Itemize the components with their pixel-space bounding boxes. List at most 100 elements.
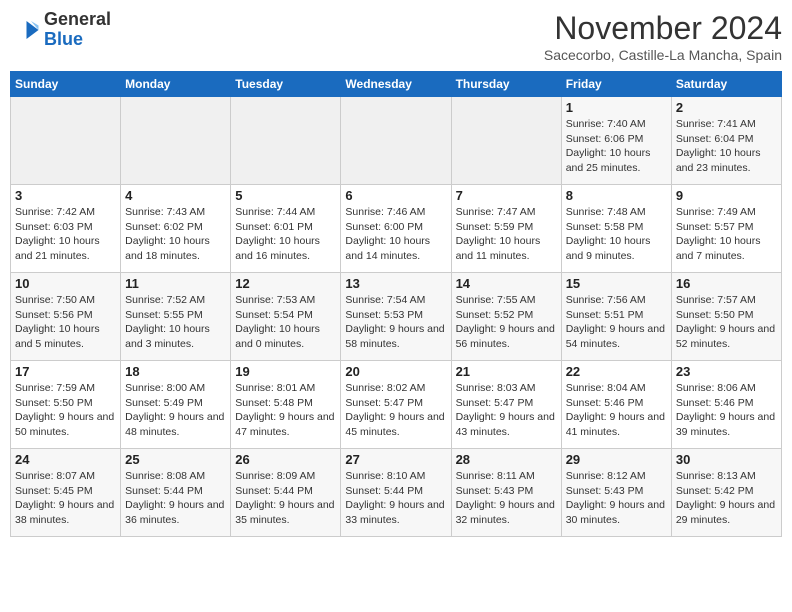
day-number: 15 <box>566 276 667 291</box>
day-info: Sunrise: 8:07 AM Sunset: 5:45 PM Dayligh… <box>15 469 116 528</box>
weekday-header-sunday: Sunday <box>11 72 121 97</box>
day-info: Sunrise: 8:10 AM Sunset: 5:44 PM Dayligh… <box>345 469 446 528</box>
calendar-week-3: 10Sunrise: 7:50 AM Sunset: 5:56 PM Dayli… <box>11 273 782 361</box>
calendar-cell: 20Sunrise: 8:02 AM Sunset: 5:47 PM Dayli… <box>341 361 451 449</box>
logo-text: General Blue <box>44 10 111 50</box>
day-info: Sunrise: 8:06 AM Sunset: 5:46 PM Dayligh… <box>676 381 777 440</box>
day-info: Sunrise: 8:04 AM Sunset: 5:46 PM Dayligh… <box>566 381 667 440</box>
logo: General Blue <box>10 10 111 50</box>
weekday-header-tuesday: Tuesday <box>231 72 341 97</box>
day-info: Sunrise: 7:40 AM Sunset: 6:06 PM Dayligh… <box>566 117 667 176</box>
day-number: 19 <box>235 364 336 379</box>
calendar-cell: 2Sunrise: 7:41 AM Sunset: 6:04 PM Daylig… <box>671 97 781 185</box>
day-info: Sunrise: 7:41 AM Sunset: 6:04 PM Dayligh… <box>676 117 777 176</box>
day-number: 27 <box>345 452 446 467</box>
calendar-cell: 10Sunrise: 7:50 AM Sunset: 5:56 PM Dayli… <box>11 273 121 361</box>
day-info: Sunrise: 8:01 AM Sunset: 5:48 PM Dayligh… <box>235 381 336 440</box>
calendar-cell: 19 Sunrise: 8:01 AM Sunset: 5:48 PM Dayli… <box>231 361 341 449</box>
day-number: 13 <box>345 276 446 291</box>
day-info: Sunrise: 7:57 AM Sunset: 5:50 PM Dayligh… <box>676 293 777 352</box>
logo-icon <box>10 15 40 45</box>
calendar-week-2: 3 Sunrise: 7:42 AM Sunset: 6:03 PM Daylig… <box>11 185 782 273</box>
day-number: 5 <box>235 188 336 203</box>
calendar-cell: 23 Sunrise: 8:06 AM Sunset: 5:46 PM Dayli… <box>671 361 781 449</box>
calendar-cell: 7 Sunrise: 7:47 AM Sunset: 5:59 PM Daylig… <box>451 185 561 273</box>
calendar-cell <box>121 97 231 185</box>
calendar-table: SundayMondayTuesdayWednesdayThursdayFrid… <box>10 71 782 537</box>
day-number: 8 <box>566 188 667 203</box>
calendar-cell: 5Sunrise: 7:44 AM Sunset: 6:01 PM Daylig… <box>231 185 341 273</box>
calendar-cell: 18 Sunrise: 8:00 AM Sunset: 5:49 PM Dayli… <box>121 361 231 449</box>
calendar-cell <box>341 97 451 185</box>
day-info: Sunrise: 7:48 AM Sunset: 5:58 PM Dayligh… <box>566 205 667 264</box>
day-info: Sunrise: 7:43 AM Sunset: 6:02 PM Dayligh… <box>125 205 226 264</box>
day-number: 17 <box>15 364 116 379</box>
day-info: Sunrise: 8:00 AM Sunset: 5:49 PM Dayligh… <box>125 381 226 440</box>
calendar-cell: 24 Sunrise: 8:07 AM Sunset: 5:45 PM Dayli… <box>11 449 121 537</box>
day-info: Sunrise: 7:55 AM Sunset: 5:52 PM Dayligh… <box>456 293 557 352</box>
day-number: 25 <box>125 452 226 467</box>
day-info: Sunrise: 7:52 AM Sunset: 5:55 PM Dayligh… <box>125 293 226 352</box>
calendar-cell: 9 Sunrise: 7:49 AM Sunset: 5:57 PM Daylig… <box>671 185 781 273</box>
day-info: Sunrise: 8:02 AM Sunset: 5:47 PM Dayligh… <box>345 381 446 440</box>
calendar-cell: 8 Sunrise: 7:48 AM Sunset: 5:58 PM Daylig… <box>561 185 671 273</box>
calendar-cell: 14 Sunrise: 7:55 AM Sunset: 5:52 PM Dayli… <box>451 273 561 361</box>
calendar-cell: 12 Sunrise: 7:53 AM Sunset: 5:54 PM Dayli… <box>231 273 341 361</box>
day-number: 12 <box>235 276 336 291</box>
month-title: November 2024 <box>544 10 782 47</box>
location-subtitle: Sacecorbo, Castille-La Mancha, Spain <box>544 47 782 63</box>
day-number: 22 <box>566 364 667 379</box>
day-number: 18 <box>125 364 226 379</box>
day-info: Sunrise: 7:53 AM Sunset: 5:54 PM Dayligh… <box>235 293 336 352</box>
calendar-cell: 21Sunrise: 8:03 AM Sunset: 5:47 PM Dayli… <box>451 361 561 449</box>
calendar-cell: 13Sunrise: 7:54 AM Sunset: 5:53 PM Dayli… <box>341 273 451 361</box>
day-number: 29 <box>566 452 667 467</box>
calendar-cell <box>11 97 121 185</box>
calendar-cell: 26 Sunrise: 8:09 AM Sunset: 5:44 PM Dayli… <box>231 449 341 537</box>
day-number: 3 <box>15 188 116 203</box>
day-info: Sunrise: 8:13 AM Sunset: 5:42 PM Dayligh… <box>676 469 777 528</box>
day-info: Sunrise: 7:50 AM Sunset: 5:56 PM Dayligh… <box>15 293 116 352</box>
day-number: 23 <box>676 364 777 379</box>
day-number: 4 <box>125 188 226 203</box>
day-info: Sunrise: 8:12 AM Sunset: 5:43 PM Dayligh… <box>566 469 667 528</box>
calendar-cell: 16 Sunrise: 7:57 AM Sunset: 5:50 PM Dayli… <box>671 273 781 361</box>
calendar-week-5: 24 Sunrise: 8:07 AM Sunset: 5:45 PM Dayli… <box>11 449 782 537</box>
weekday-header-friday: Friday <box>561 72 671 97</box>
weekday-header-saturday: Saturday <box>671 72 781 97</box>
day-info: Sunrise: 7:56 AM Sunset: 5:51 PM Dayligh… <box>566 293 667 352</box>
day-number: 28 <box>456 452 557 467</box>
day-info: Sunrise: 7:49 AM Sunset: 5:57 PM Dayligh… <box>676 205 777 264</box>
calendar-cell: 11 Sunrise: 7:52 AM Sunset: 5:55 PM Dayli… <box>121 273 231 361</box>
day-number: 11 <box>125 276 226 291</box>
calendar-cell: 4 Sunrise: 7:43 AM Sunset: 6:02 PM Daylig… <box>121 185 231 273</box>
calendar-cell: 1Sunrise: 7:40 AM Sunset: 6:06 PM Daylig… <box>561 97 671 185</box>
calendar-cell <box>231 97 341 185</box>
calendar-cell: 15 Sunrise: 7:56 AM Sunset: 5:51 PM Dayli… <box>561 273 671 361</box>
calendar-cell: 25Sunrise: 8:08 AM Sunset: 5:44 PM Dayli… <box>121 449 231 537</box>
day-number: 26 <box>235 452 336 467</box>
day-number: 24 <box>15 452 116 467</box>
calendar-cell: 28Sunrise: 8:11 AM Sunset: 5:43 PM Dayli… <box>451 449 561 537</box>
logo-blue: Blue <box>44 30 111 50</box>
day-number: 14 <box>456 276 557 291</box>
logo-general: General <box>44 10 111 30</box>
calendar-cell: 30Sunrise: 8:13 AM Sunset: 5:42 PM Dayli… <box>671 449 781 537</box>
weekday-header-wednesday: Wednesday <box>341 72 451 97</box>
calendar-cell: 22 Sunrise: 8:04 AM Sunset: 5:46 PM Dayli… <box>561 361 671 449</box>
calendar-week-1: 1Sunrise: 7:40 AM Sunset: 6:06 PM Daylig… <box>11 97 782 185</box>
weekday-header-thursday: Thursday <box>451 72 561 97</box>
day-number: 6 <box>345 188 446 203</box>
day-number: 16 <box>676 276 777 291</box>
calendar-cell: 6Sunrise: 7:46 AM Sunset: 6:00 PM Daylig… <box>341 185 451 273</box>
calendar-header-row: SundayMondayTuesdayWednesdayThursdayFrid… <box>11 72 782 97</box>
day-info: Sunrise: 8:09 AM Sunset: 5:44 PM Dayligh… <box>235 469 336 528</box>
day-number: 21 <box>456 364 557 379</box>
day-number: 7 <box>456 188 557 203</box>
day-number: 9 <box>676 188 777 203</box>
day-info: Sunrise: 7:47 AM Sunset: 5:59 PM Dayligh… <box>456 205 557 264</box>
day-info: Sunrise: 7:42 AM Sunset: 6:03 PM Dayligh… <box>15 205 116 264</box>
calendar-cell: 17 Sunrise: 7:59 AM Sunset: 5:50 PM Dayli… <box>11 361 121 449</box>
calendar-week-4: 17 Sunrise: 7:59 AM Sunset: 5:50 PM Dayli… <box>11 361 782 449</box>
day-info: Sunrise: 7:59 AM Sunset: 5:50 PM Dayligh… <box>15 381 116 440</box>
